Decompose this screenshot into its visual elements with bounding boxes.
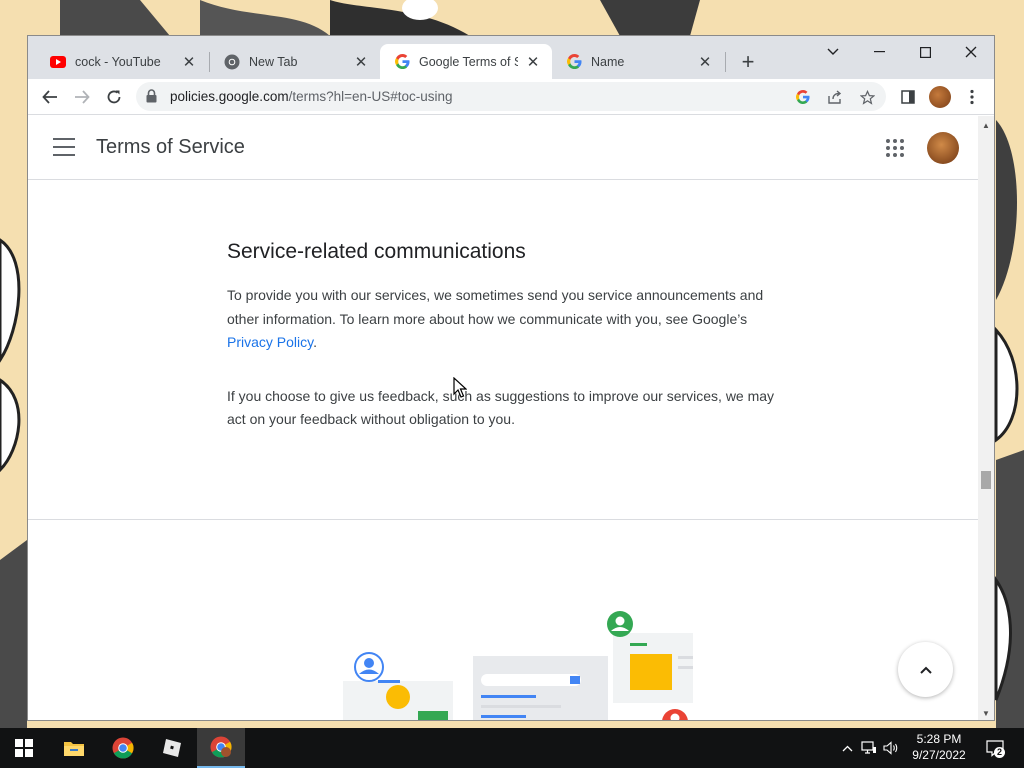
section-heading: Service-related communications	[227, 240, 526, 263]
url-path: /terms?hl=en-US#toc-using	[288, 89, 453, 104]
side-panel-button[interactable]	[894, 83, 922, 111]
taskbar-chrome-profile[interactable]	[197, 728, 245, 768]
tab-close-icon[interactable]: ✕	[524, 53, 542, 71]
terms-section: Service-related communications To provid…	[227, 240, 787, 462]
notification-count: 2	[997, 747, 1003, 757]
mouse-cursor-icon	[453, 377, 467, 398]
tab-close-icon[interactable]: ✕	[180, 53, 198, 71]
system-clock[interactable]: 5:28 PM 9/27/2022	[900, 731, 978, 763]
maximize-icon	[919, 46, 931, 58]
action-center-button[interactable]: 2	[980, 728, 1010, 768]
more-vert-icon	[970, 89, 974, 105]
bookmark-star-icon[interactable]	[856, 86, 878, 108]
close-icon	[965, 46, 977, 58]
scrollbar-thumb[interactable]	[981, 471, 991, 489]
folder-icon	[64, 742, 84, 756]
avatar	[929, 86, 951, 108]
clock-time: 5:28 PM	[916, 732, 962, 746]
network-icon[interactable]	[858, 741, 880, 755]
side-panel-icon	[901, 90, 915, 104]
arrow-right-icon	[75, 90, 90, 104]
tab-search-button[interactable]	[810, 38, 856, 66]
taskbar-roblox[interactable]	[148, 728, 196, 768]
taskbar-file-explorer[interactable]	[50, 728, 98, 768]
tab-close-icon[interactable]: ✕	[696, 53, 714, 71]
tab-separator	[725, 52, 726, 72]
page-title: Terms of Service	[96, 136, 245, 158]
section-divider	[28, 519, 978, 520]
chrome-icon	[224, 54, 240, 70]
start-button[interactable]	[0, 728, 48, 768]
tab-close-icon[interactable]: ✕	[352, 53, 370, 71]
tab-youtube[interactable]: cock - YouTube ✕	[36, 44, 208, 79]
lock-icon	[146, 89, 157, 108]
paragraph-feedback: If you choose to give us feedback, such …	[227, 387, 775, 428]
menu-button[interactable]	[958, 83, 986, 111]
hamburger-menu-icon[interactable]	[53, 138, 75, 156]
minimize-icon	[873, 51, 885, 53]
paragraph-communications: To provide you with our services, we som…	[227, 284, 787, 355]
page-viewport: Terms of Service Service-related communi…	[28, 116, 978, 720]
maximize-button[interactable]	[902, 38, 948, 66]
arrow-left-icon	[42, 90, 57, 104]
google-icon	[566, 54, 582, 70]
tab-name[interactable]: Name ✕	[552, 44, 724, 79]
tab-new-tab[interactable]: New Tab ✕	[210, 44, 380, 79]
browser-toolbar: policies.google.com/terms?hl=en-US#toc-u…	[28, 79, 994, 115]
tray-overflow-icon[interactable]	[838, 745, 856, 752]
back-button[interactable]	[36, 83, 64, 111]
reload-icon	[107, 90, 121, 104]
chrome-profile-icon	[210, 736, 232, 758]
volume-icon[interactable]	[880, 741, 902, 755]
share-icon[interactable]	[824, 86, 846, 108]
profile-button[interactable]	[926, 83, 954, 111]
communication-illustration	[343, 611, 698, 720]
site-header: Terms of Service	[28, 116, 978, 180]
minimize-button[interactable]	[856, 38, 902, 66]
google-lens-icon[interactable]	[792, 86, 814, 108]
chevron-down-icon	[827, 48, 839, 55]
tab-title: New Tab	[249, 54, 298, 69]
taskbar-chrome[interactable]	[99, 728, 147, 768]
forward-button[interactable]	[68, 83, 96, 111]
url-host: policies.google.com	[170, 89, 289, 104]
browser-window: cock - YouTube ✕ New Tab ✕ Google Terms …	[27, 35, 995, 721]
google-apps-icon[interactable]	[883, 136, 907, 160]
tab-strip: cock - YouTube ✕ New Tab ✕ Google Terms …	[28, 36, 994, 79]
tab-title: Google Terms of Ser	[419, 54, 518, 69]
scroll-down-arrow-icon[interactable]: ▼	[978, 706, 994, 720]
address-url: policies.google.com/terms?hl=en-US#toc-u…	[170, 89, 453, 104]
back-to-top-button[interactable]	[898, 642, 953, 697]
chrome-icon	[112, 737, 134, 759]
google-icon	[394, 54, 410, 70]
address-bar[interactable]: policies.google.com/terms?hl=en-US#toc-u…	[136, 82, 886, 111]
close-window-button[interactable]	[948, 38, 994, 66]
windows-logo-icon	[15, 739, 33, 757]
vertical-scrollbar[interactable]: ▲ ▼	[978, 116, 994, 720]
reload-button[interactable]	[100, 83, 128, 111]
roblox-icon	[163, 739, 181, 757]
privacy-policy-link[interactable]: Privacy Policy	[227, 334, 313, 350]
account-avatar[interactable]	[927, 132, 959, 164]
chevron-up-icon	[919, 666, 932, 674]
windows-taskbar: 5:28 PM 9/27/2022 2	[0, 728, 1024, 768]
illustration	[323, 611, 698, 720]
scroll-up-arrow-icon[interactable]: ▲	[978, 118, 994, 132]
paragraph-end: .	[313, 334, 317, 350]
paragraph-text: To provide you with our services, we som…	[227, 287, 764, 327]
tab-google-terms[interactable]: Google Terms of Ser ✕	[380, 44, 552, 79]
clock-date: 9/27/2022	[912, 748, 966, 762]
tab-title: Name	[591, 54, 625, 69]
youtube-icon	[50, 54, 66, 70]
system-tray	[838, 728, 902, 768]
tab-title: cock - YouTube	[75, 54, 161, 69]
new-tab-button[interactable]: +	[736, 49, 760, 74]
